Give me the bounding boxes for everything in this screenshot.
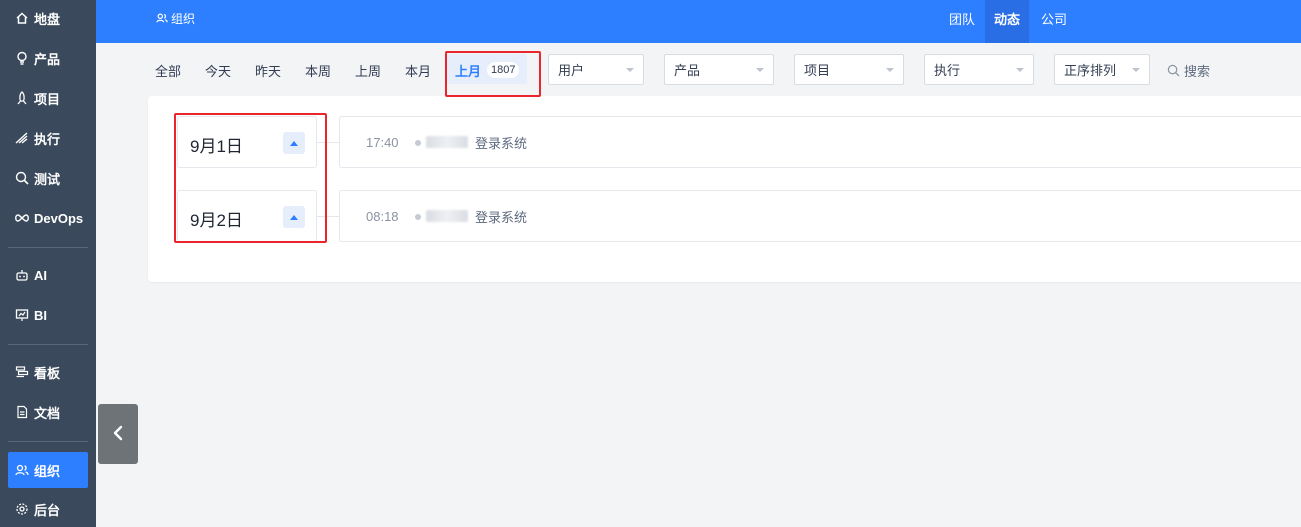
- product-select-value: 产品: [674, 63, 701, 78]
- sidebar: 地盘 产品 项目 执行 测试 DevOps AI BI 看板 文档 组织 后台: [0, 0, 96, 527]
- highlight-box: [174, 113, 327, 243]
- send-icon: [14, 130, 30, 146]
- execution-select-value: 执行: [934, 63, 961, 78]
- project-select-value: 项目: [804, 63, 831, 78]
- presentation-icon: [14, 307, 30, 323]
- activity-item[interactable]: 17:40 登录系统: [339, 116, 1301, 168]
- collapse-sidebar-button[interactable]: [98, 404, 138, 464]
- activity-dot: [415, 214, 421, 220]
- robot-icon: [14, 267, 30, 283]
- sidebar-item-devops[interactable]: DevOps: [8, 201, 88, 235]
- sidebar-item-label: AI: [34, 267, 47, 283]
- caret-down-icon: [626, 68, 634, 72]
- sidebar-item-kanban[interactable]: 看板: [8, 355, 88, 389]
- project-select[interactable]: 项目: [794, 54, 904, 85]
- breadcrumb[interactable]: 组织: [156, 0, 195, 36]
- filter-today[interactable]: 今天: [205, 61, 231, 80]
- sidebar-item-doc[interactable]: 文档: [8, 395, 88, 429]
- caret-down-icon: [886, 68, 894, 72]
- infinity-icon: [14, 210, 30, 226]
- sidebar-item-label: 组织: [34, 463, 61, 479]
- sidebar-item-label: BI: [34, 307, 47, 323]
- sidebar-item-ai[interactable]: AI: [8, 258, 88, 292]
- kanban-icon: [14, 364, 30, 380]
- caret-down-icon: [1016, 68, 1024, 72]
- search-icon: [1167, 64, 1180, 77]
- breadcrumb-label: 组织: [171, 11, 196, 26]
- caret-down-icon: [756, 68, 764, 72]
- caret-down-icon: [1132, 68, 1140, 72]
- sidebar-item-label: 看板: [34, 365, 61, 381]
- users-icon: [156, 12, 168, 24]
- sidebar-item-label: 项目: [34, 91, 61, 107]
- tab-team[interactable]: 团队: [942, 0, 982, 36]
- filter-all[interactable]: 全部: [155, 61, 181, 80]
- sidebar-item-execution[interactable]: 执行: [8, 121, 88, 155]
- home-icon: [14, 10, 30, 26]
- activity-action: 登录系统: [475, 209, 528, 225]
- sidebar-item-dashboard[interactable]: 地盘: [8, 1, 88, 35]
- execution-select[interactable]: 执行: [924, 54, 1034, 85]
- sidebar-item-label: 测试: [34, 171, 61, 187]
- search-button[interactable]: 搜索: [1167, 61, 1210, 80]
- filter-yesterday[interactable]: 昨天: [255, 61, 281, 80]
- product-select[interactable]: 产品: [664, 54, 774, 85]
- activity-user-blurred[interactable]: [426, 136, 468, 148]
- sidebar-item-label: 产品: [34, 51, 61, 67]
- highlight-box: [445, 51, 541, 97]
- activity-time: 08:18: [366, 208, 399, 224]
- user-select-value: 用户: [558, 63, 585, 78]
- filter-last-week[interactable]: 上周: [355, 61, 381, 80]
- filter-this-month[interactable]: 本月: [405, 61, 431, 80]
- activity-action: 登录系统: [475, 135, 528, 151]
- sidebar-item-label: 执行: [34, 131, 61, 147]
- activity-user-blurred[interactable]: [426, 210, 468, 222]
- sidebar-item-label: DevOps: [34, 210, 84, 226]
- user-select[interactable]: 用户: [548, 54, 644, 85]
- document-icon: [14, 404, 30, 420]
- search-label: 搜索: [1184, 64, 1211, 79]
- chevron-left-icon: [112, 425, 124, 444]
- sidebar-divider: [8, 441, 88, 442]
- sidebar-item-label: 地盘: [34, 11, 61, 27]
- sidebar-item-label: 后台: [34, 502, 61, 518]
- sidebar-item-bi[interactable]: BI: [8, 298, 88, 332]
- sidebar-divider: [8, 247, 88, 248]
- sidebar-item-admin[interactable]: 后台: [8, 492, 88, 526]
- users-icon: [14, 462, 30, 478]
- bug-search-icon: [14, 170, 30, 186]
- order-select[interactable]: 正序排列: [1054, 54, 1150, 85]
- activity-dot: [415, 140, 421, 146]
- sidebar-item-label: 文档: [34, 405, 61, 421]
- tab-dynamic[interactable]: 动态: [985, 0, 1029, 43]
- rocket-icon: [14, 90, 30, 106]
- activity-time: 17:40: [366, 134, 399, 150]
- sidebar-divider: [8, 344, 88, 345]
- sidebar-item-test[interactable]: 测试: [8, 161, 88, 195]
- filter-this-week[interactable]: 本周: [305, 61, 331, 80]
- order-select-value: 正序排列: [1064, 63, 1117, 78]
- sidebar-item-project[interactable]: 项目: [8, 81, 88, 115]
- sidebar-item-org[interactable]: 组织: [8, 452, 88, 488]
- gear-icon: [14, 501, 30, 517]
- activity-item[interactable]: 08:18 登录系统: [339, 190, 1301, 242]
- top-bar: 组织 团队 动态 公司: [96, 0, 1301, 43]
- sidebar-item-product[interactable]: 产品: [8, 41, 88, 75]
- tab-company[interactable]: 公司: [1034, 0, 1074, 36]
- bulb-icon: [14, 50, 30, 66]
